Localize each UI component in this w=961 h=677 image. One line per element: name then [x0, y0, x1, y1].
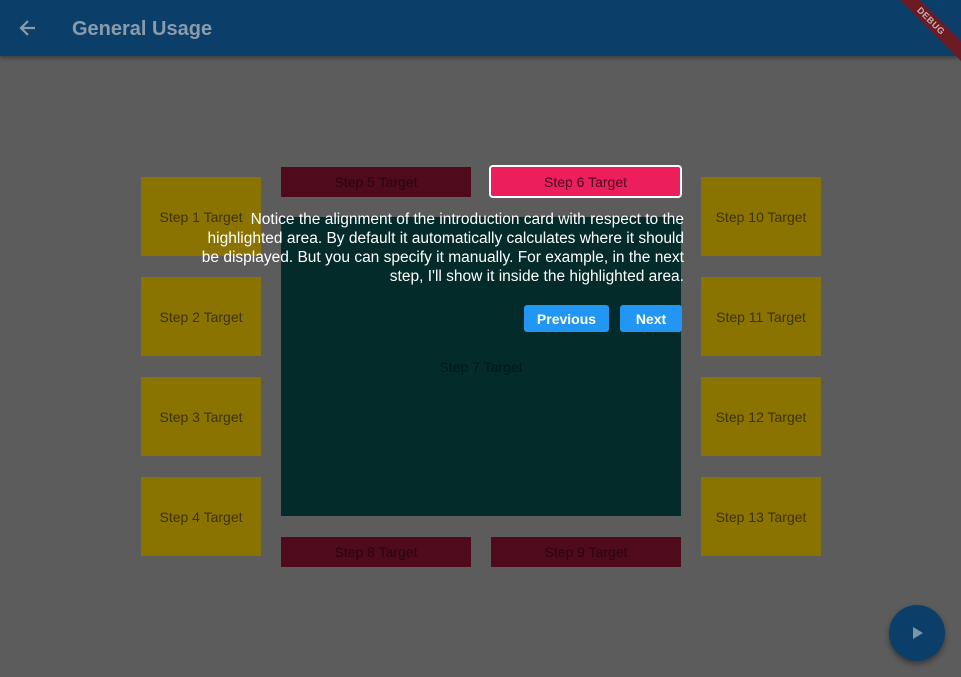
debug-banner: DEBUG: [883, 0, 961, 69]
step-11-target: Step 11 Target: [701, 277, 821, 356]
step-10-target: Step 10 Target: [701, 177, 821, 256]
step-12-target: Step 12 Target: [701, 377, 821, 456]
step-4-target: Step 4 Target: [141, 477, 261, 556]
step-2-target: Step 2 Target: [141, 277, 261, 356]
intro-card-text: Notice the alignment of the introduction…: [201, 211, 684, 285]
play-icon: [913, 627, 923, 639]
next-button[interactable]: Next: [620, 305, 682, 332]
play-button[interactable]: [889, 605, 945, 661]
previous-button[interactable]: Previous: [524, 305, 609, 332]
arrow-left-icon[interactable]: [18, 18, 38, 38]
step-13-target: Step 13 Target: [701, 477, 821, 556]
app-bar: General Usage DEBUG: [0, 0, 961, 69]
step-9-target: Step 9 Target: [491, 537, 681, 567]
step-3-target: Step 3 Target: [141, 377, 261, 456]
step-6-target-highlighted: Step 6 Target: [489, 165, 682, 198]
page-title: General Usage: [72, 18, 213, 40]
step-8-target: Step 8 Target: [281, 537, 471, 567]
step-5-target: Step 5 Target: [281, 167, 471, 197]
